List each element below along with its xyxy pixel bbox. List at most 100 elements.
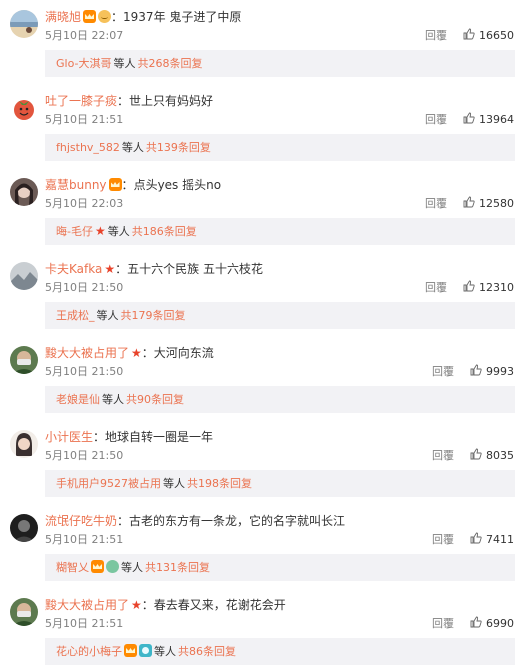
comment-author[interactable]: 小计医生: [45, 430, 93, 444]
cat-badge-icon: [98, 10, 112, 23]
like-button[interactable]: 12580: [463, 196, 514, 212]
landscape-avatar[interactable]: [10, 262, 38, 290]
comment-actions: 回覆 16650: [425, 28, 514, 44]
reply-summary[interactable]: 老娘是仙 等人 共90条回复: [45, 386, 515, 413]
reply-count-link[interactable]: 共268条回复: [137, 57, 202, 70]
colon-separator: ：: [117, 94, 130, 108]
comment-actions: 回覆 12580: [425, 196, 514, 212]
comment-line: 小计医生：地球自转一圈是一年: [45, 427, 510, 447]
reply-summary[interactable]: 晦-毛仔 ★ 等人 共186条回复: [45, 218, 515, 245]
like-count: 13964: [479, 113, 514, 126]
reply-user[interactable]: 花心的小梅子: [56, 645, 122, 658]
reply-count-link[interactable]: 共179条回复: [121, 309, 186, 322]
comment-line: 黢大大被占用了 ★：春去春又来，花谢花会开: [45, 595, 510, 615]
reply-count-link[interactable]: 共139条回复: [146, 141, 211, 154]
reply-user[interactable]: 手机用户9527被占用: [56, 477, 161, 490]
comment-text: 世上只有妈妈好: [129, 94, 214, 108]
reply-button[interactable]: 回覆: [432, 616, 454, 632]
comment-author[interactable]: 卡夫Kafka: [45, 262, 102, 276]
colon-separator: ：: [141, 598, 154, 612]
thumbs-up-icon: [463, 112, 475, 124]
reply-summary[interactable]: 花心的小梅子 等人 共86条回复: [45, 638, 515, 665]
like-button[interactable]: 16650: [463, 28, 514, 44]
comment-text: 1937年 鬼子进了中原: [123, 10, 242, 24]
dark-portrait-avatar[interactable]: [10, 514, 38, 542]
colon-separator: ：: [121, 178, 134, 192]
comment-text: 春去春又来，花谢花会开: [153, 598, 286, 612]
reply-others-label: 等人: [121, 141, 144, 154]
colon-separator: ：: [111, 10, 124, 24]
reply-others-label: 等人: [163, 477, 185, 490]
comment-author[interactable]: 吐了一膝子痰: [45, 94, 117, 108]
like-button[interactable]: 8035: [470, 448, 514, 464]
reply-summary[interactable]: 王成松_ 等人 共179条回复: [45, 302, 515, 329]
reply-user[interactable]: 晦-毛仔: [56, 225, 93, 238]
like-count: 7411: [486, 533, 514, 546]
thumbs-up-icon: [463, 28, 475, 40]
like-count: 9993: [486, 365, 514, 378]
comment-text: 古老的东方有一条龙，它的名字就叫长江: [129, 514, 346, 528]
reply-user[interactable]: 王成松_: [56, 309, 95, 322]
comment-actions: 回覆 7411: [432, 532, 514, 548]
reply-others-label: 等人: [107, 225, 130, 238]
reply-button[interactable]: 回覆: [425, 112, 447, 128]
reply-summary[interactable]: 手机用户9527被占用 等人 共198条回复: [45, 470, 515, 497]
comment-author[interactable]: 黢大大被占用了: [45, 598, 129, 612]
like-button[interactable]: 7411: [470, 532, 514, 548]
like-count: 6990: [486, 617, 514, 630]
comment-time: 5月10日 21:51: [45, 113, 124, 126]
reply-user[interactable]: 老娘是仙: [56, 393, 100, 406]
reply-summary[interactable]: 糊智乂 等人 共131条回复: [45, 554, 515, 581]
thumbs-up-icon: [470, 448, 482, 460]
colon-separator: ：: [115, 262, 128, 276]
like-button[interactable]: 13964: [463, 112, 514, 128]
reply-count-link[interactable]: 共90条回复: [126, 393, 184, 406]
comment-item: 黢大大被占用了 ★：春去春又来，花谢花会开 5月10日 21:51 回覆 6990 花心的…: [0, 588, 520, 672]
reply-summary[interactable]: fhjsthv_582 等人 共139条回复: [45, 134, 515, 161]
tomato-avatar[interactable]: [10, 94, 38, 122]
like-count: 16650: [479, 29, 514, 42]
reply-button[interactable]: 回覆: [432, 448, 454, 464]
comment-time: 5月10日 21:50: [45, 449, 124, 462]
reply-count-link[interactable]: 共186条回复: [132, 225, 197, 238]
red-star-icon: ★: [104, 262, 116, 276]
thumbs-up-icon: [470, 532, 482, 544]
comment-item: 小计医生：地球自转一圈是一年 5月10日 21:50 回覆 8035 手机用户9527被…: [0, 420, 520, 504]
comment-time: 5月10日 21:51: [45, 533, 124, 546]
reply-user[interactable]: 糊智乂: [56, 561, 89, 574]
like-button[interactable]: 9993: [470, 364, 514, 380]
comment-item: 流氓仔吃牛奶：古老的东方有一条龙，它的名字就叫长江 5月10日 21:51 回覆 74…: [0, 504, 520, 588]
comment-line: 卡夫Kafka ★：五十六个民族 五十六枝花: [45, 259, 510, 279]
comment-line: 吐了一膝子痰：世上只有妈妈好: [45, 91, 510, 111]
reply-button[interactable]: 回覆: [425, 28, 447, 44]
reply-count-link[interactable]: 共86条回复: [178, 645, 236, 658]
crown-badge-icon: [124, 644, 137, 657]
reply-button[interactable]: 回覆: [425, 280, 447, 296]
masked-man-avatar[interactable]: [10, 346, 38, 374]
reply-count-link[interactable]: 共198条回复: [187, 477, 252, 490]
reply-button[interactable]: 回覆: [432, 364, 454, 380]
comment-list: 满晓旭 ：1937年 鬼子进了中原 5月10日 22:07 回覆 16650 Glo-大淇…: [0, 0, 520, 667]
comment-author[interactable]: 流氓仔吃牛奶: [45, 514, 117, 528]
masked-man-avatar[interactable]: [10, 598, 38, 626]
woman-avatar[interactable]: [10, 430, 38, 458]
comment-author[interactable]: 满晓旭: [45, 10, 81, 24]
girl-avatar[interactable]: [10, 178, 38, 206]
comment-author[interactable]: 嘉慧bunny: [45, 178, 107, 192]
reply-button[interactable]: 回覆: [425, 196, 447, 212]
like-button[interactable]: 6990: [470, 616, 514, 632]
reply-summary[interactable]: Glo-大淇哥 等人 共268条回复: [45, 50, 515, 77]
reply-button[interactable]: 回覆: [432, 532, 454, 548]
beach-avatar[interactable]: [10, 10, 38, 38]
like-button[interactable]: 12310: [463, 280, 514, 296]
reply-user[interactable]: fhjsthv_582: [56, 141, 120, 154]
comment-text: 五十六个民族 五十六枝花: [127, 262, 263, 276]
reply-others-label: 等人: [154, 645, 176, 658]
comment-line: 黢大大被占用了 ★：大河向东流: [45, 343, 510, 363]
red-star-icon: ★: [131, 598, 142, 612]
comment-author[interactable]: 黢大大被占用了: [45, 346, 129, 360]
reply-user[interactable]: Glo-大淇哥: [56, 57, 111, 70]
colon-separator: ：: [93, 430, 106, 444]
comment-time: 5月10日 21:50: [45, 281, 124, 294]
reply-count-link[interactable]: 共131条回复: [145, 561, 210, 574]
